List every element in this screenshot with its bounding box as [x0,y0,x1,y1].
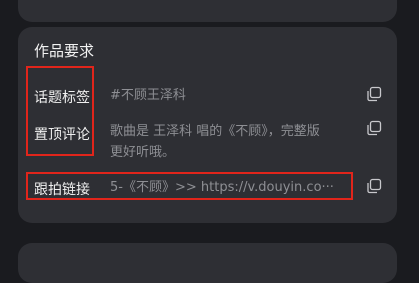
copy-icon[interactable] [366,86,382,102]
section-title: 作品要求 [34,42,95,60]
topic-tag-value: #不顾王泽科 [110,88,186,103]
labels-highlight-box [26,66,94,156]
pinned-comment-value: 歌曲是 王泽科 唱的《不顾》，完整版 更好听哦。 [110,121,320,163]
pinned-comment-line-2: 更好听哦。 [110,145,176,160]
previous-card [18,0,397,22]
link-highlight-box [26,172,353,200]
copy-icon[interactable] [366,120,382,136]
next-card [18,243,397,283]
copy-icon[interactable] [366,178,382,194]
pinned-comment-line-1: 歌曲是 王泽科 唱的《不顾》，完整版 [110,124,320,139]
